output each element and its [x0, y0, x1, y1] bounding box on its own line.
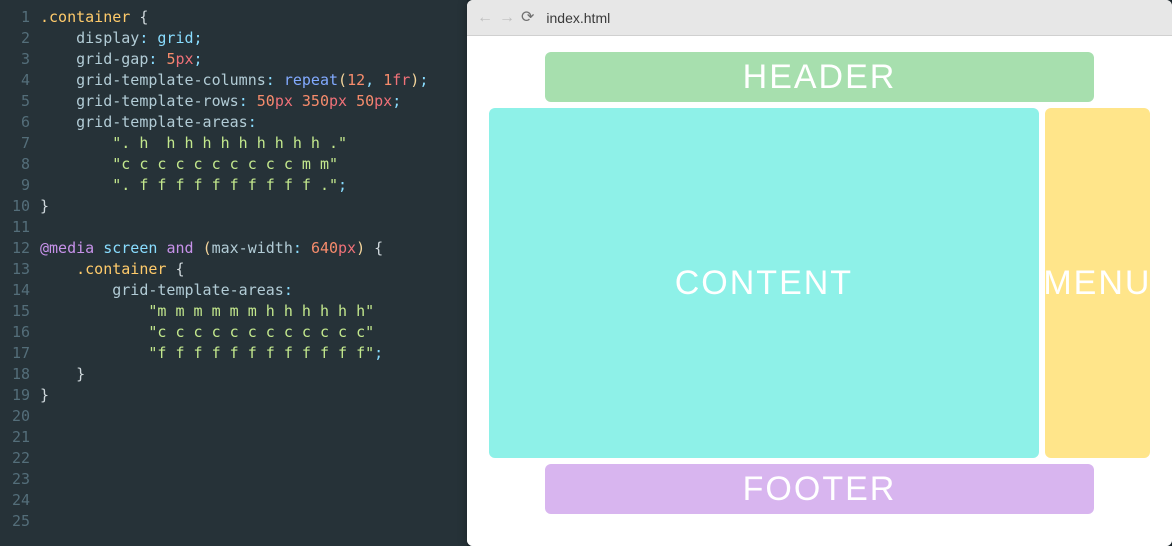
- reload-icon[interactable]: ⟳: [521, 10, 534, 26]
- code-line[interactable]: ". h h h h h h h h h h .": [40, 133, 467, 154]
- code-line[interactable]: @media screen and (max-width: 640px) {: [40, 238, 467, 259]
- line-number: 14: [0, 280, 30, 301]
- forward-icon[interactable]: →: [499, 10, 515, 26]
- code-line[interactable]: [40, 427, 467, 448]
- address-bar[interactable]: index.html: [546, 10, 610, 26]
- code-line[interactable]: }: [40, 364, 467, 385]
- code-line[interactable]: grid-template-areas:: [40, 280, 467, 301]
- back-icon[interactable]: ←: [477, 10, 493, 26]
- line-number: 21: [0, 427, 30, 448]
- line-number: 4: [0, 70, 30, 91]
- browser-preview: ← → ⟳ index.html HEADER CONTENT MENU FOO…: [467, 0, 1172, 546]
- line-number: 8: [0, 154, 30, 175]
- grid-container: HEADER CONTENT MENU FOOTER: [489, 52, 1150, 528]
- line-number: 18: [0, 364, 30, 385]
- code-line[interactable]: .container {: [40, 259, 467, 280]
- line-number: 11: [0, 217, 30, 238]
- code-line[interactable]: [40, 448, 467, 469]
- grid-footer: FOOTER: [545, 464, 1095, 514]
- line-number: 22: [0, 448, 30, 469]
- code-editor[interactable]: 1234567891011121314151617181920212223242…: [0, 0, 467, 546]
- code-line[interactable]: grid-template-areas:: [40, 112, 467, 133]
- grid-content: CONTENT: [489, 108, 1039, 458]
- line-number: 17: [0, 343, 30, 364]
- line-number: 3: [0, 49, 30, 70]
- code-line[interactable]: display: grid;: [40, 28, 467, 49]
- code-line[interactable]: "m m m m m m h h h h h h": [40, 301, 467, 322]
- grid-menu: MENU: [1045, 108, 1150, 458]
- code-area[interactable]: .container { display: grid; grid-gap: 5p…: [40, 7, 467, 546]
- line-number: 10: [0, 196, 30, 217]
- code-line[interactable]: [40, 469, 467, 490]
- browser-toolbar: ← → ⟳ index.html: [467, 0, 1172, 36]
- code-line[interactable]: ". f f f f f f f f f f .";: [40, 175, 467, 196]
- code-line[interactable]: grid-template-rows: 50px 350px 50px;: [40, 91, 467, 112]
- line-number: 20: [0, 406, 30, 427]
- line-number: 13: [0, 259, 30, 280]
- line-number: 23: [0, 469, 30, 490]
- code-line[interactable]: "c c c c c c c c c c m m": [40, 154, 467, 175]
- line-number: 7: [0, 133, 30, 154]
- code-line[interactable]: [40, 406, 467, 427]
- code-line[interactable]: [40, 490, 467, 511]
- code-line[interactable]: [40, 217, 467, 238]
- line-number: 15: [0, 301, 30, 322]
- line-number: 16: [0, 322, 30, 343]
- line-number: 24: [0, 490, 30, 511]
- rendered-page: HEADER CONTENT MENU FOOTER: [467, 36, 1172, 546]
- line-number: 1: [0, 7, 30, 28]
- line-number: 9: [0, 175, 30, 196]
- line-number: 19: [0, 385, 30, 406]
- line-number: 25: [0, 511, 30, 532]
- code-line[interactable]: grid-template-columns: repeat(12, 1fr);: [40, 70, 467, 91]
- grid-header: HEADER: [545, 52, 1095, 102]
- line-number: 6: [0, 112, 30, 133]
- line-number: 2: [0, 28, 30, 49]
- code-line[interactable]: "c c c c c c c c c c c c": [40, 322, 467, 343]
- code-line[interactable]: [40, 511, 467, 532]
- line-number: 5: [0, 91, 30, 112]
- code-line[interactable]: grid-gap: 5px;: [40, 49, 467, 70]
- code-line[interactable]: }: [40, 385, 467, 406]
- line-number: 12: [0, 238, 30, 259]
- line-number-gutter: 1234567891011121314151617181920212223242…: [0, 7, 40, 546]
- code-line[interactable]: "f f f f f f f f f f f f";: [40, 343, 467, 364]
- code-line[interactable]: }: [40, 196, 467, 217]
- code-line[interactable]: .container {: [40, 7, 467, 28]
